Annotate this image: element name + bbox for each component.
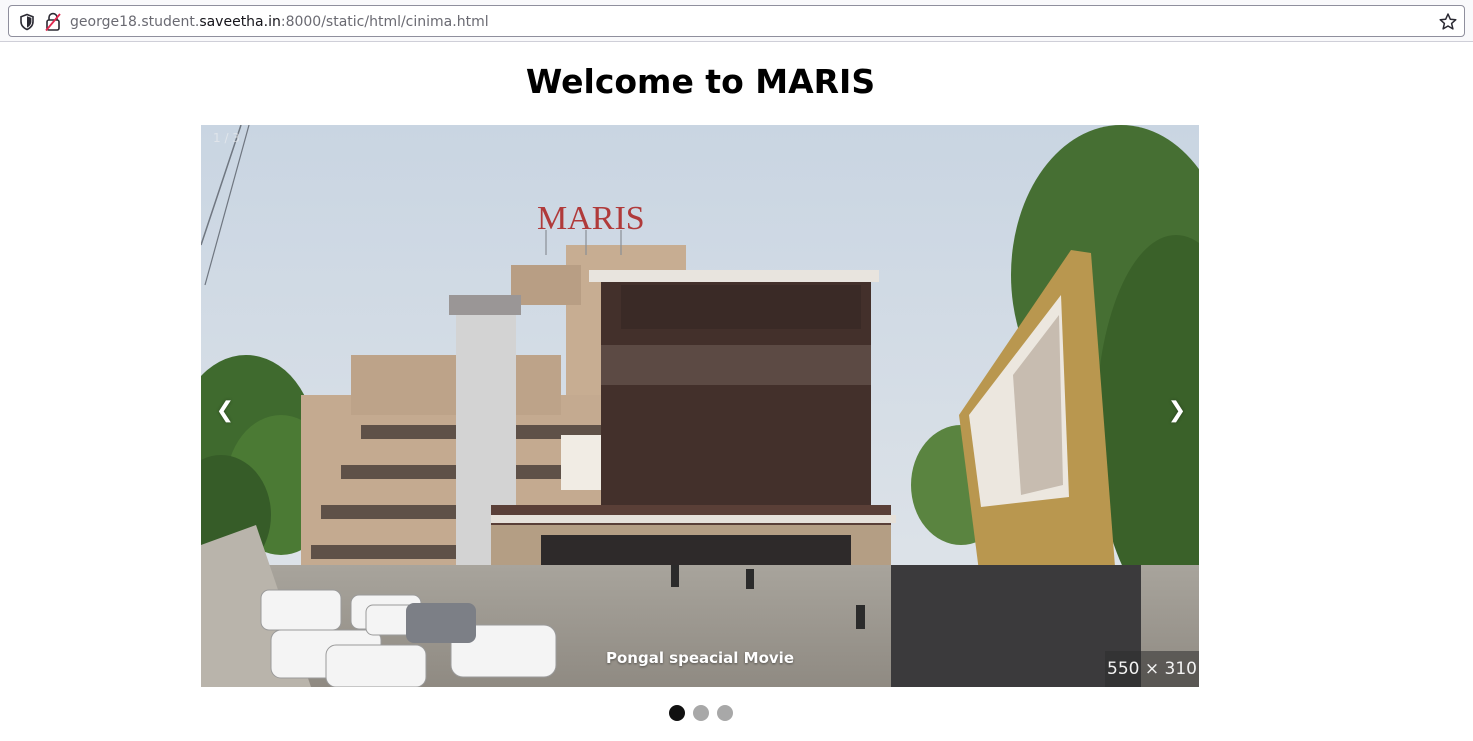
image-dimension-badge: 550 × 310 [1105,651,1199,687]
slide-dot-3[interactable] [717,705,733,721]
browser-toolbar: george18.student.saveetha.in:8000/static… [0,0,1473,42]
slide-number: 1 / 3 [213,131,240,145]
url-prefix: george18.student. [70,14,200,30]
slide-image-maris-theatre: MARIS [201,125,1199,687]
insecure-lock-icon[interactable] [44,12,62,32]
slide-dot-indicators [667,705,739,723]
address-bar[interactable]: george18.student.saveetha.in:8000/static… [8,5,1465,37]
url-domain: saveetha.in [199,14,281,30]
page-title: Welcome to MARIS [525,62,876,101]
slide-dot-1[interactable] [669,705,685,721]
slide-caption: Pongal speacial Movie [605,649,794,667]
slide-dot-2[interactable] [693,705,709,721]
shield-icon[interactable] [18,13,36,31]
next-slide-button[interactable]: ❯ [1155,393,1199,429]
url-suffix: :8000/static/html/cinima.html [280,14,489,30]
bookmark-star-icon[interactable] [1438,12,1458,32]
prev-slide-button[interactable]: ❮ [203,393,247,429]
maris-sign-text: MARIS [537,200,645,237]
slideshow: MARIS 1 / 3 ❮ ❯ Pongal speacial Movie 55… [201,125,1199,687]
url-text[interactable]: george18.student.saveetha.in:8000/static… [70,12,489,32]
